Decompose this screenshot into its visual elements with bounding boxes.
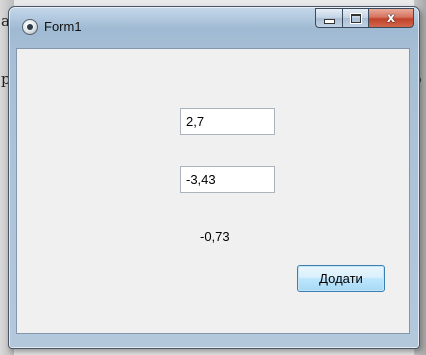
add-button[interactable]: Додати <box>297 265 385 292</box>
minimize-button[interactable] <box>315 8 342 28</box>
form-window: Form1 x 2,7 -3,43 -0,73 Додати <box>8 6 420 349</box>
number-input-1[interactable]: 2,7 <box>180 108 275 135</box>
title-bar[interactable]: Form1 x <box>9 7 419 47</box>
maximize-button[interactable] <box>342 8 368 28</box>
result-label: -0,73 <box>200 229 230 244</box>
window-controls: x <box>315 8 414 29</box>
app-icon[interactable] <box>22 19 38 35</box>
close-icon: x <box>386 10 396 26</box>
number-input-2[interactable]: -3,43 <box>180 166 275 193</box>
form-client-area: 2,7 -3,43 -0,73 Додати <box>16 48 410 334</box>
close-button[interactable]: x <box>368 8 414 28</box>
maximize-icon <box>349 12 362 24</box>
window-title: Form1 <box>44 19 82 34</box>
minimize-icon <box>323 19 335 24</box>
